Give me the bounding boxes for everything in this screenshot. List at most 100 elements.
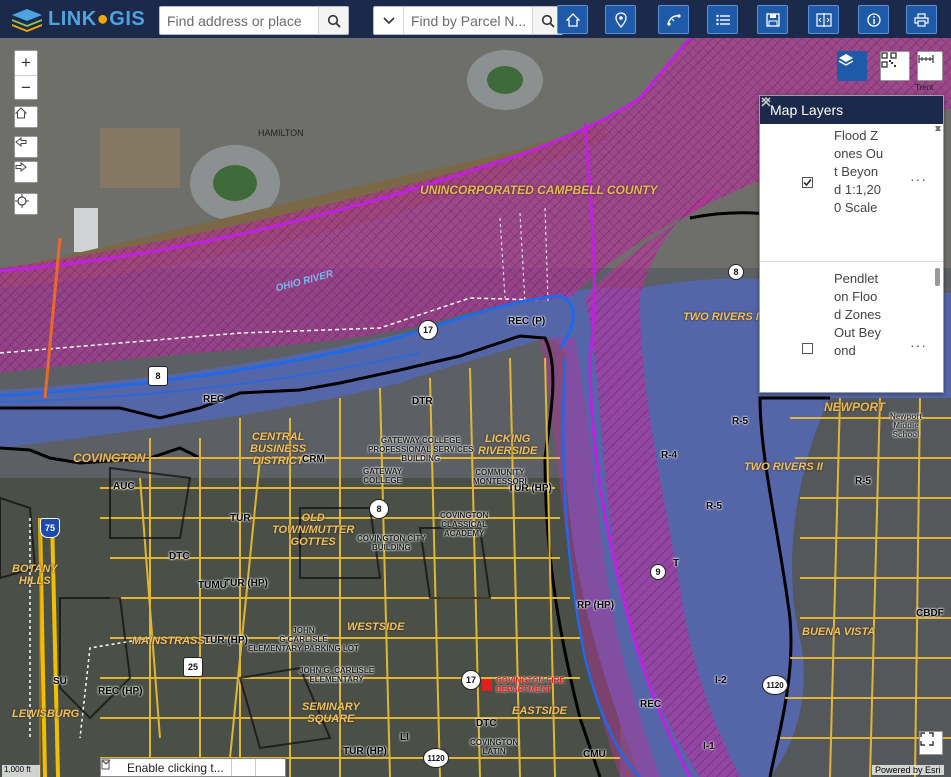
- label-old-town: OLD TOWN/MUTTER GOTTES: [272, 512, 355, 548]
- fire-station-marker-icon[interactable]: [482, 679, 492, 691]
- map-layers-title: Map Layers: [770, 102, 844, 118]
- layer-name: Flood Zones Out Beyond 1:1,200 Scale: [834, 128, 884, 215]
- app-logo[interactable]: LINK●GIS: [10, 5, 145, 33]
- info-icon: [866, 12, 881, 27]
- measure-icon: [666, 13, 681, 26]
- expand-button[interactable]: [101, 759, 279, 776]
- search-icon: [327, 14, 341, 28]
- measure-button[interactable]: [658, 5, 689, 34]
- esri-attribution[interactable]: Powered by Esri: [872, 765, 944, 775]
- label-central-business: CENTRAL BUSINESS DISTRICT: [250, 431, 307, 467]
- label-fire-department: COVINGTON FIRE DEPARTMENT: [496, 676, 565, 694]
- label-trent: Trent: [915, 83, 934, 92]
- close-icon[interactable]: [760, 96, 772, 108]
- crosshair-icon: [15, 194, 29, 208]
- chevron-down-icon: [382, 16, 395, 24]
- home-button[interactable]: [557, 5, 588, 34]
- print-button[interactable]: [906, 5, 937, 34]
- measure-width-icon: [918, 55, 934, 63]
- zone-label: DTC: [476, 718, 497, 729]
- layer-name: Pendleton Flood Zones Out Beyond: [834, 271, 881, 358]
- arrow-right-icon: [15, 162, 27, 172]
- map-view[interactable]: UNINCORPORATED CAMPBELL COUNTY OHIO RIVE…: [0, 38, 951, 777]
- label-two-rivers-2: TWO RIVERS II: [744, 461, 823, 473]
- label-campbell-county: UNINCORPORATED CAMPBELL COUNTY: [420, 183, 658, 197]
- zone-label: REC: [203, 394, 225, 405]
- basemap-toggle-button[interactable]: [917, 51, 943, 81]
- label-lewisburg: LEWISBURG: [12, 708, 80, 720]
- zone-label: RP (HP): [577, 600, 615, 611]
- route-shield: 8: [728, 264, 744, 280]
- qr-code-button[interactable]: [880, 51, 910, 81]
- label-community-montessori: COMMUNITY MONTESSORI: [473, 468, 527, 486]
- list-icon: [715, 14, 730, 25]
- enable-clicking-bar[interactable]: Enable clicking t...: [100, 758, 286, 777]
- layer-options-button[interactable]: ···: [910, 171, 927, 187]
- label-city-building: COVINGTON CITY BUILDING: [357, 534, 426, 552]
- zone-label: R-5: [855, 476, 872, 487]
- label-licking-riverside: LICKING RIVERSIDE: [478, 433, 538, 457]
- layer-list-button[interactable]: [707, 5, 738, 34]
- label-gateway-professional: GATEWAY COLLEGE PROFESSIONAL SERVICES BU…: [368, 436, 474, 463]
- default-extent-button[interactable]: [14, 106, 38, 128]
- route-shield: 25: [183, 657, 203, 677]
- zoom-out-button[interactable]: −: [15, 75, 37, 99]
- layer-visibility-checkbox[interactable]: [802, 177, 813, 188]
- top-toolbar: LINK●GIS: [0, 0, 951, 38]
- scroll-down-icon: [935, 126, 941, 131]
- info-button[interactable]: [858, 5, 889, 34]
- print-icon: [914, 12, 929, 27]
- zone-label: I-1: [703, 741, 715, 752]
- zone-label: DTC: [169, 551, 190, 562]
- layers-toggle-button[interactable]: [837, 51, 867, 81]
- layer-options-button[interactable]: ···: [910, 337, 927, 353]
- arrow-left-icon: [15, 137, 27, 147]
- parcel-search: [373, 6, 563, 35]
- zone-label: AUC: [113, 481, 135, 492]
- search-icon: [541, 14, 555, 28]
- label-covington-classical: COVINGTON CLASSICAL ACADEMY: [440, 511, 489, 538]
- brand-name: LINK●GIS: [48, 7, 146, 30]
- layer-item[interactable]: Pendleton Flood Zones Out Beyond ···: [760, 262, 943, 392]
- zone-label: SU: [53, 676, 67, 687]
- label-botany-hills: BOTANY HILLS: [12, 563, 58, 587]
- route-shield: 17: [418, 320, 438, 340]
- layer-visibility-checkbox[interactable]: [802, 343, 813, 354]
- layers-icon: [838, 54, 854, 66]
- parcel-search-input[interactable]: [404, 7, 532, 34]
- label-covington-latin: COVINGTON LATIN: [470, 738, 519, 756]
- zone-label: TUR (HP): [343, 746, 387, 757]
- zoom-in-button[interactable]: +: [15, 51, 37, 75]
- fullscreen-button[interactable]: [919, 731, 943, 755]
- next-extent-button[interactable]: [14, 161, 38, 183]
- home-icon: [15, 107, 27, 119]
- locate-button[interactable]: [14, 193, 38, 215]
- map-layers-panel: Map Layers Flood Zones Out Beyond 1:1,20…: [759, 95, 944, 393]
- zone-label: R-4: [661, 450, 678, 461]
- interstate-shield: 75: [40, 518, 60, 538]
- label-seminary-square: SEMINARY SQUARE: [302, 701, 360, 725]
- route-shield: 17: [461, 670, 481, 690]
- fullscreen-icon: [920, 732, 934, 746]
- save-button[interactable]: [757, 5, 788, 34]
- location-pin-icon: [614, 11, 627, 28]
- home-icon: [565, 12, 580, 27]
- address-search: [159, 6, 349, 35]
- address-search-input[interactable]: [160, 7, 318, 34]
- zoom-controls: + −: [14, 50, 38, 100]
- parcel-search-dropdown[interactable]: [374, 7, 404, 34]
- label-buena-vista: BUENA VISTA: [802, 626, 876, 638]
- panel-scrollbar[interactable]: [935, 126, 941, 390]
- copy-button[interactable]: [101, 759, 255, 776]
- compare-icon: [815, 12, 832, 27]
- compare-button[interactable]: [808, 5, 839, 34]
- zone-label: DTR: [412, 396, 433, 407]
- layers-logo-icon: [12, 9, 42, 32]
- scroll-thumb[interactable]: [935, 268, 940, 286]
- previous-extent-button[interactable]: [14, 136, 38, 158]
- address-search-button[interactable]: [318, 7, 348, 34]
- qr-code-icon: [881, 52, 897, 68]
- layer-item[interactable]: Flood Zones Out Beyond 1:1,200 Scale ···: [760, 124, 943, 262]
- checkmark-icon: [803, 179, 812, 187]
- location-button[interactable]: [605, 5, 636, 34]
